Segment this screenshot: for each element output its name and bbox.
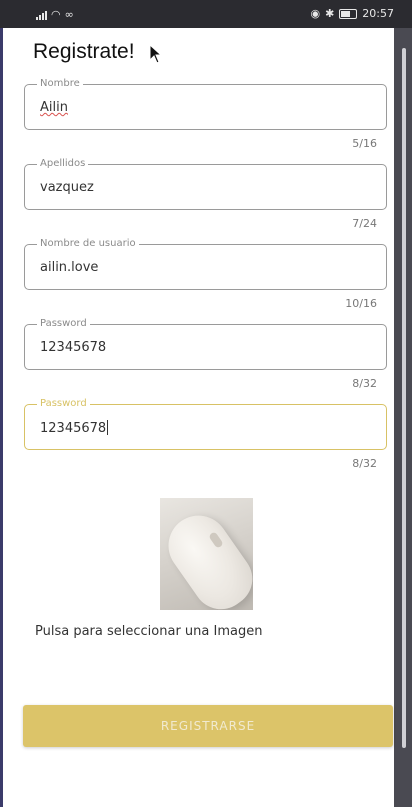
apellidos-label: Apellidos: [37, 158, 89, 170]
confirm-password-input[interactable]: Password 12345678: [24, 398, 387, 450]
image-picker-label[interactable]: Pulsa para seleccionar una Imagen: [35, 624, 262, 639]
confirm-password-field[interactable]: Password 12345678 8/32: [24, 398, 387, 470]
eye-icon: ◉: [310, 7, 321, 20]
apellidos-input[interactable]: Apellidos vazquez: [24, 158, 387, 210]
apellidos-field[interactable]: Apellidos vazquez 7/24: [24, 158, 387, 230]
username-label: Nombre de usuario: [37, 238, 139, 250]
nombre-value: Ailin: [40, 100, 68, 115]
battery-icon: [339, 8, 358, 19]
confirm-password-text: 12345678: [40, 421, 107, 436]
password-input[interactable]: Password 12345678: [24, 318, 387, 370]
register-screen: Registrate! Nombre Ailin 5/16 Apellidos …: [3, 28, 394, 807]
bluetooth-icon: ✱: [325, 7, 335, 20]
confirm-password-label: Password: [37, 398, 90, 410]
text-caret: [107, 420, 109, 435]
username-input[interactable]: Nombre de usuario ailin.love: [24, 238, 387, 290]
password-field[interactable]: Password 12345678 8/32: [24, 318, 387, 390]
username-value: ailin.love: [40, 260, 99, 275]
status-time: 20:57: [362, 7, 394, 20]
username-field[interactable]: Nombre de usuario ailin.love 10/16: [24, 238, 387, 310]
wifi-icon: ◠: [51, 8, 61, 21]
username-counter: 10/16: [345, 297, 377, 310]
signal-icon: [36, 10, 47, 20]
page-title: Registrate!: [33, 40, 135, 63]
apellidos-counter: 7/24: [352, 217, 377, 230]
mouse-pointer-icon: [149, 44, 163, 64]
voicemail-icon: ∞: [64, 8, 74, 21]
nombre-field[interactable]: Nombre Ailin 5/16: [24, 78, 387, 150]
nombre-input[interactable]: Nombre Ailin: [24, 78, 387, 130]
status-bar: ◠ ∞ ◉ ✱ 20:57: [0, 0, 412, 28]
confirm-password-value: 12345678: [40, 420, 109, 437]
password-value: 12345678: [40, 340, 107, 355]
scrollbar[interactable]: [402, 48, 406, 748]
password-counter: 8/32: [352, 377, 377, 390]
image-mouse-shape: [160, 503, 253, 610]
password-label: Password: [37, 318, 90, 330]
confirm-password-counter: 8/32: [352, 457, 377, 470]
nombre-counter: 5/16: [352, 137, 377, 150]
selected-image[interactable]: [160, 498, 253, 610]
apellidos-value: vazquez: [40, 180, 94, 195]
nombre-label: Nombre: [37, 78, 83, 90]
register-button[interactable]: REGISTRARSE: [23, 705, 393, 747]
